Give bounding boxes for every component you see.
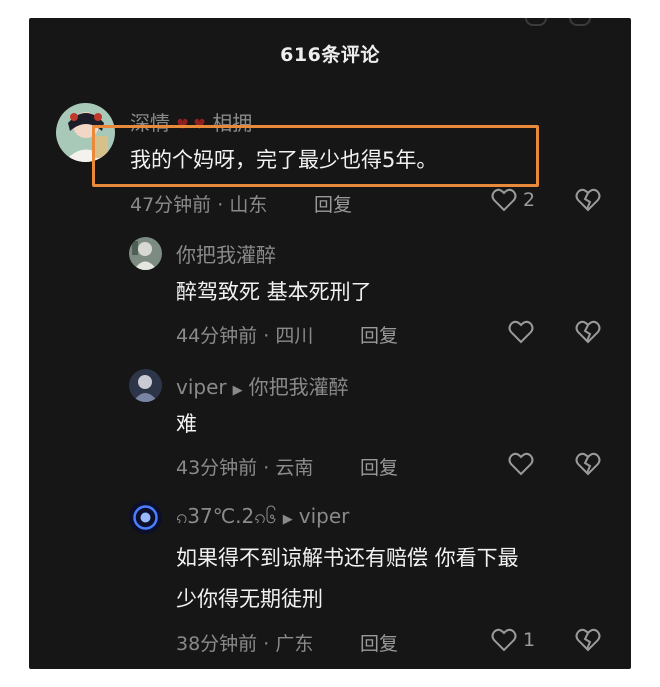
reply-button[interactable]: 回复 [360,321,398,348]
avatar[interactable] [129,369,162,402]
heart-outline-icon [508,452,534,476]
comment-username[interactable]: 你把我灌醉 [176,239,276,268]
dislike-button[interactable] [575,452,601,480]
heart-outline-icon [491,628,517,652]
comment-text: 醉驾致死 基本死刑了 [176,280,372,304]
reply-button[interactable]: 回复 [360,453,398,480]
comments-count-title: 616条评论 [280,44,380,66]
avatar[interactable] [129,501,162,534]
dislike-button[interactable] [575,628,601,656]
comment-meta: 44分钟前 · 四川 [176,325,314,347]
like-count: 1 [523,629,536,651]
comment-username[interactable]: viper ▶ 你把我灌醉 [176,371,349,400]
like-count: 2 [523,189,536,211]
comment-username[interactable]: ၵ37℃.2ၵ၆ ▶ viper [176,503,349,533]
like-button[interactable] [508,320,534,344]
reply-button[interactable]: 回复 [360,629,398,656]
comment-meta: 43分钟前 · 云南 [176,457,314,479]
like-button[interactable]: 2 [491,188,535,212]
broken-heart-icon [575,320,601,344]
comment-text: 难 [176,412,197,436]
heart-outline-icon [508,320,534,344]
comments-panel: 616条评论 深情 ♥ ♥ 相拥 我的个妈呀，完了最少也得5年。 47分钟前 ·… [29,18,631,669]
comment-meta: 38分钟前 · 广东 [176,633,314,655]
broken-heart-icon [575,628,601,652]
reply-arrow-icon: ▶ [282,512,293,527]
dislike-button[interactable] [575,188,601,216]
like-button[interactable]: 1 [491,628,535,652]
dislike-button[interactable] [575,320,601,348]
reply-arrow-icon: ▶ [232,383,243,398]
broken-heart-icon [575,188,601,212]
heart-outline-icon [491,188,517,212]
top-partial-icons [525,18,591,26]
comment-meta: 47分钟前 · 山东 [130,194,268,216]
avatar[interactable] [129,237,162,270]
reply-button[interactable]: 回复 [314,190,352,217]
comment-text: 如果得不到谅解书还有赔偿 你看下最 [176,546,519,570]
like-button[interactable] [508,452,534,476]
comment-text: 少你得无期徒刑 [176,587,323,611]
broken-heart-icon [575,452,601,476]
highlight-annotation-box [92,125,539,187]
